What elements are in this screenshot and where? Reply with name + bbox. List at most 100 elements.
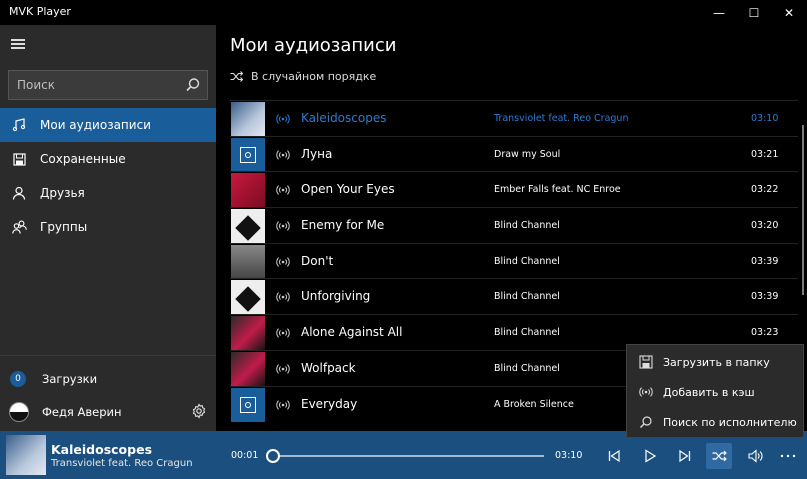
user-name[interactable]: Федя Аверин bbox=[42, 405, 122, 419]
track-artist[interactable]: Blind Channel bbox=[494, 327, 560, 338]
broadcast-icon[interactable] bbox=[276, 398, 290, 412]
track-title: Unforgiving bbox=[301, 289, 371, 304]
total-time: 03:10 bbox=[555, 450, 583, 461]
maximize-icon: ☐ bbox=[748, 5, 760, 20]
sidebar-item-my-audio[interactable]: Мои аудиозаписи bbox=[0, 108, 216, 142]
album-cover bbox=[231, 280, 265, 315]
track-row[interactable]: Луна Draw my Soul 03:21 bbox=[230, 135, 798, 172]
track-title: Alone Against All bbox=[301, 325, 403, 340]
track-row[interactable]: Don't Blind Channel 03:39 bbox=[230, 242, 798, 279]
save-disk-icon bbox=[639, 355, 653, 369]
track-artist[interactable]: Draw my Soul bbox=[494, 149, 560, 160]
track-duration: 03:39 bbox=[751, 291, 779, 303]
previous-button[interactable] bbox=[601, 443, 627, 469]
sidebar-item-friends[interactable]: Друзья bbox=[0, 176, 216, 210]
track-row[interactable]: Kaleidoscopes Transviolet feat. Reo Crag… bbox=[230, 100, 798, 136]
track-row[interactable]: Open Your Eyes Ember Falls feat. NC Enro… bbox=[230, 171, 798, 208]
save-disk-icon bbox=[11, 151, 27, 167]
track-artist[interactable]: A Broken Silence bbox=[494, 399, 574, 410]
now-playing-cover bbox=[6, 435, 46, 475]
close-button[interactable]: ✕ bbox=[770, 0, 807, 25]
broadcast-icon[interactable] bbox=[276, 219, 290, 233]
track-title: Enemy for Me bbox=[301, 218, 385, 233]
track-row[interactable]: Enemy for Me Blind Channel 03:20 bbox=[230, 207, 798, 244]
broadcast-icon[interactable] bbox=[276, 148, 290, 162]
track-artist[interactable]: Blind Channel bbox=[494, 220, 560, 231]
shuffle-toggle[interactable] bbox=[706, 443, 732, 469]
app-title: MVK Player bbox=[9, 5, 71, 18]
seek-bar-track[interactable] bbox=[272, 455, 544, 457]
track-duration: 03:20 bbox=[751, 220, 779, 232]
track-artist[interactable]: Blind Channel bbox=[494, 363, 560, 374]
downloads-link[interactable]: Загрузки bbox=[42, 372, 97, 386]
menu-item-label: Загрузить в папку bbox=[663, 355, 770, 369]
album-cover bbox=[231, 173, 265, 208]
title-bar: MVK Player — ☐ ✕ bbox=[0, 0, 807, 25]
now-playing-artist[interactable]: Transviolet feat. Reo Cragun bbox=[51, 458, 193, 469]
scrollbar[interactable] bbox=[802, 125, 804, 295]
broadcast-icon[interactable] bbox=[276, 326, 290, 340]
track-artist[interactable]: Transviolet feat. Reo Cragun bbox=[494, 113, 628, 124]
shuffle-all-button[interactable]: В случайном порядке bbox=[230, 70, 376, 83]
broadcast-icon bbox=[639, 387, 653, 397]
broadcast-icon[interactable] bbox=[276, 255, 290, 269]
search-placeholder: Поиск bbox=[17, 78, 56, 92]
sidebar-item-groups[interactable]: Группы bbox=[0, 210, 216, 244]
people-icon bbox=[11, 219, 27, 235]
track-duration: 03:21 bbox=[751, 148, 779, 160]
search-input[interactable]: Поиск bbox=[8, 70, 208, 100]
play-icon bbox=[645, 449, 657, 463]
person-icon bbox=[11, 185, 27, 201]
minimize-button[interactable]: — bbox=[700, 0, 738, 25]
menu-item-add-to-cache[interactable]: Добавить в кэш bbox=[627, 377, 805, 407]
track-duration: 03:39 bbox=[751, 255, 779, 267]
album-cover-placeholder bbox=[231, 137, 265, 172]
track-artist[interactable]: Blind Channel bbox=[494, 291, 560, 302]
gear-icon[interactable] bbox=[191, 403, 207, 419]
track-title: Kaleidoscopes bbox=[301, 111, 387, 125]
volume-button[interactable] bbox=[743, 443, 769, 469]
album-cover bbox=[231, 102, 265, 136]
close-icon: ✕ bbox=[783, 5, 795, 20]
broadcast-icon[interactable] bbox=[276, 183, 290, 197]
track-duration: 03:10 bbox=[751, 113, 779, 124]
broadcast-icon[interactable] bbox=[276, 112, 290, 126]
minimize-icon: — bbox=[713, 5, 725, 20]
play-button[interactable] bbox=[637, 443, 663, 469]
album-cover bbox=[231, 244, 265, 279]
now-playing-title: Kaleidoscopes bbox=[51, 442, 153, 457]
track-title: Everyday bbox=[301, 396, 358, 411]
album-cover bbox=[231, 316, 265, 351]
maximize-button[interactable]: ☐ bbox=[735, 0, 773, 25]
player-bar: Kaleidoscopes Transviolet feat. Reo Crag… bbox=[0, 431, 807, 479]
skip-previous-icon bbox=[608, 449, 620, 463]
next-button[interactable] bbox=[672, 443, 698, 469]
more-options-button[interactable] bbox=[775, 443, 801, 469]
search-icon[interactable] bbox=[184, 76, 202, 94]
shuffle-label: В случайном порядке bbox=[251, 70, 377, 83]
track-title: Don't bbox=[301, 253, 334, 268]
sidebar-item-label: Сохраненные bbox=[40, 152, 126, 166]
music-note-icon bbox=[11, 117, 27, 133]
seek-bar-thumb[interactable] bbox=[266, 449, 281, 463]
track-title: Луна bbox=[301, 146, 333, 161]
menu-item-download-to-folder[interactable]: Загрузить в папку bbox=[627, 347, 805, 377]
hamburger-menu-icon[interactable] bbox=[11, 39, 25, 49]
broadcast-icon[interactable] bbox=[276, 362, 290, 376]
sidebar-item-saved[interactable]: Сохраненные bbox=[0, 142, 216, 176]
broadcast-icon[interactable] bbox=[276, 290, 290, 304]
shuffle-icon bbox=[712, 450, 727, 462]
track-artist[interactable]: Ember Falls feat. NC Enroe bbox=[494, 184, 621, 195]
menu-item-search-by-artist[interactable]: Поиск по исполнителю bbox=[627, 407, 805, 437]
context-menu: Загрузить в папку Добавить в кэш Поиск п… bbox=[626, 344, 804, 438]
shuffle-icon bbox=[230, 71, 243, 82]
track-artist[interactable]: Blind Channel bbox=[494, 256, 560, 267]
sidebar-item-label: Мои аудиозаписи bbox=[40, 118, 151, 132]
track-duration: 03:23 bbox=[751, 327, 779, 339]
more-dots-icon bbox=[780, 454, 796, 458]
sidebar-divider bbox=[0, 355, 216, 356]
avatar[interactable] bbox=[9, 402, 29, 422]
track-row[interactable]: Unforgiving Blind Channel 03:39 bbox=[230, 278, 798, 315]
album-cover bbox=[231, 351, 265, 386]
sidebar: Поиск Мои аудиозаписи Сохраненные Друзья… bbox=[0, 25, 216, 431]
